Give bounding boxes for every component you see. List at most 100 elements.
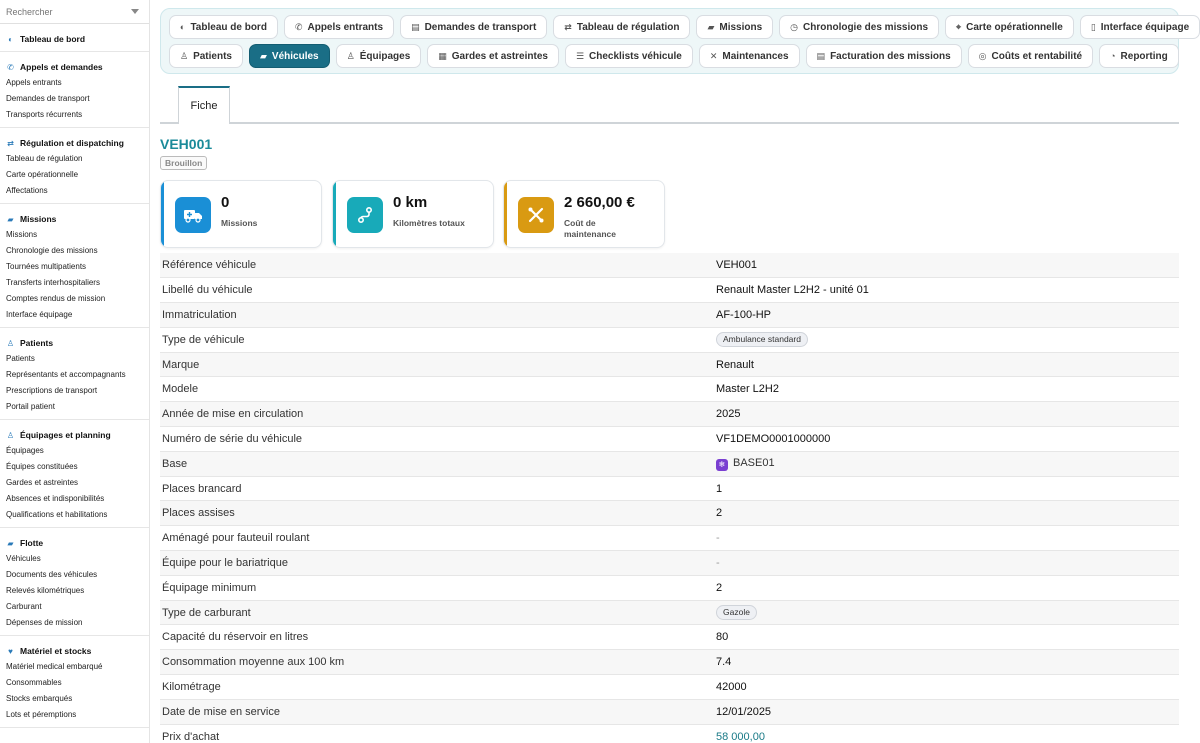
tab-missions[interactable]: ▰ Missions bbox=[696, 15, 774, 39]
table-row: Aménagé pour fauteuil roulant - bbox=[160, 526, 1179, 551]
search-input[interactable] bbox=[6, 6, 116, 17]
sidebar-item[interactable]: Transports récurrents bbox=[0, 107, 149, 123]
tab-interface-quipage[interactable]: ▯ Interface équipage bbox=[1079, 15, 1200, 39]
sidebar-item[interactable]: Dépenses de mission bbox=[0, 615, 149, 631]
sidebar-section-header[interactable]: ⇄ Régulation et dispatching bbox=[0, 134, 149, 151]
tab-label: Maintenances bbox=[722, 50, 789, 62]
sidebar-item[interactable]: Gardes et astreintes bbox=[0, 475, 149, 491]
tab--quipages[interactable]: ♙ Équipages bbox=[335, 44, 422, 68]
kpi-card-maintenance-cost[interactable]: 2 660,00 € Coût de maintenance bbox=[503, 180, 665, 248]
sidebar-section-header[interactable]: ♙ Patients bbox=[0, 334, 149, 351]
sidebar-item[interactable]: Équipages bbox=[0, 443, 149, 459]
sidebar-item[interactable]: Tournées multipatients bbox=[0, 259, 149, 275]
tab-appels-entrants[interactable]: ✆ Appels entrants bbox=[283, 15, 395, 39]
sidebar-item[interactable]: Relevés kilométriques bbox=[0, 583, 149, 599]
tab-label: Checklists véhicule bbox=[589, 50, 682, 62]
sidebar-item[interactable]: Patients bbox=[0, 351, 149, 367]
ambulance-icon: ▰ bbox=[7, 214, 14, 224]
tab-label: Patients bbox=[193, 50, 232, 62]
sidebar-item[interactable]: Transferts interhospitaliers bbox=[0, 275, 149, 291]
tab-fiche[interactable]: Fiche bbox=[178, 86, 230, 124]
sidebar-item[interactable]: Demandes de transport bbox=[0, 91, 149, 107]
table-row: Base ❄ BASE01 bbox=[160, 451, 1179, 477]
tab-facturation-des-missions[interactable]: ▤ Facturation des missions bbox=[805, 44, 962, 68]
property-label: Aménagé pour fauteuil roulant bbox=[162, 532, 310, 545]
tab-maintenances[interactable]: ✕ Maintenances bbox=[698, 44, 800, 68]
sidebar-section-header[interactable]: ◐ Tableau de bord bbox=[0, 30, 149, 47]
table-row: Libellé du véhicule Renault Master L2H2 -… bbox=[160, 278, 1179, 303]
ambulance-icon bbox=[175, 197, 211, 233]
tab-v-hicules[interactable]: ▰ Véhicules bbox=[248, 44, 330, 68]
kpi-card-missions[interactable]: 0 Missions bbox=[160, 180, 322, 248]
property-label: Prix d'achat bbox=[162, 730, 220, 743]
property-label: Places assises bbox=[162, 507, 235, 520]
tab-label: Appels entrants bbox=[307, 21, 384, 33]
sidebar-item[interactable]: Matériel medical embarqué bbox=[0, 659, 149, 675]
sidebar-item[interactable]: Carburant bbox=[0, 599, 149, 615]
sidebar-item[interactable]: Interface équipage bbox=[0, 307, 149, 323]
sidebar-item[interactable]: Comptes rendus de mission bbox=[0, 291, 149, 307]
sidebar-item[interactable]: Représentants et accompagnants bbox=[0, 367, 149, 383]
tab-tableau-de-r-gulation[interactable]: ⇄ Tableau de régulation bbox=[553, 15, 691, 39]
sidebar-item[interactable]: Équipes constituées bbox=[0, 459, 149, 475]
property-value: 2 bbox=[716, 575, 1179, 600]
tab-chronologie-des-missions[interactable]: ◷ Chronologie des missions bbox=[779, 15, 940, 39]
property-value: Gazole bbox=[716, 600, 1179, 625]
tab-carte-op-rationnelle[interactable]: ⌖ Carte opérationnelle bbox=[945, 15, 1074, 39]
top-nav-row-1: ◐ Tableau de bord ✆ Appels entrants ▤ Demande… bbox=[169, 15, 1200, 39]
property-value: 58 000,00 bbox=[716, 724, 1179, 743]
sidebar-item[interactable]: Prescriptions de transport bbox=[0, 383, 149, 399]
sidebar-item[interactable]: Absences et indisponibilités bbox=[0, 491, 149, 507]
kpi-label: Coût de maintenance bbox=[564, 218, 616, 239]
sidebar-item[interactable]: Qualifications et habilitations bbox=[0, 507, 149, 523]
tools-icon bbox=[518, 197, 554, 233]
sidebar-item[interactable]: Portail patient bbox=[0, 399, 149, 415]
sidebar-item[interactable]: Tableau de régulation bbox=[0, 151, 149, 167]
base-link[interactable]: BASE01 bbox=[733, 457, 775, 469]
tab-gardes-et-astreintes[interactable]: ▦ Gardes et astreintes bbox=[427, 44, 559, 68]
tab-label: Facturation des missions bbox=[830, 50, 951, 62]
property-value: 2 bbox=[716, 501, 1179, 526]
sidebar-item[interactable]: Véhicules bbox=[0, 551, 149, 567]
user-icon: ♙ bbox=[6, 338, 15, 348]
chevron-down-icon[interactable] bbox=[131, 9, 139, 14]
sidebar-section-header[interactable]: ♙ Équipages et planning bbox=[0, 426, 149, 443]
calendar-icon: ▦ bbox=[438, 50, 447, 61]
sidebar-section-header[interactable]: ▰ Flotte bbox=[0, 534, 149, 551]
kpi-card-kilometres[interactable]: 0 km Kilomètres totaux bbox=[332, 180, 494, 248]
sidebar: ◐ Tableau de bord ✆ Appels et demandes Appel… bbox=[0, 0, 150, 743]
empty-value: - bbox=[716, 532, 720, 545]
shuffle-icon: ⇄ bbox=[564, 21, 572, 32]
sidebar-item[interactable]: Missions bbox=[0, 227, 149, 243]
tab-label: Reporting bbox=[1120, 50, 1168, 62]
sidebar-item[interactable]: Chronologie des missions bbox=[0, 243, 149, 259]
property-value: 42000 bbox=[716, 675, 1179, 700]
sidebar-section-header[interactable]: ✆ Appels et demandes bbox=[0, 58, 149, 75]
sidebar-item[interactable]: Affectations bbox=[0, 183, 149, 199]
tab-label: Véhicules bbox=[271, 50, 319, 62]
table-row: Équipage minimum 2 bbox=[160, 575, 1179, 601]
property-value: 80 bbox=[716, 625, 1179, 650]
sidebar-item[interactable]: Carte opérationnelle bbox=[0, 167, 149, 183]
kpi-accent-bar bbox=[333, 181, 336, 247]
tab-tableau-de-bord[interactable]: ◐ Tableau de bord bbox=[169, 15, 278, 39]
sidebar-search[interactable] bbox=[0, 0, 149, 24]
tab-label: Missions bbox=[719, 21, 763, 33]
kpi-value: 2 660,00 € bbox=[564, 194, 635, 211]
property-value: AF-100-HP bbox=[716, 303, 1179, 328]
tab-patients[interactable]: ♙ Patients bbox=[169, 44, 243, 68]
tab-demandes-de-transport[interactable]: ▤ Demandes de transport bbox=[400, 15, 548, 39]
sidebar-item[interactable]: Lots et péremptions bbox=[0, 707, 149, 723]
property-value: - bbox=[716, 551, 1179, 576]
phone-icon: ✆ bbox=[294, 21, 303, 32]
sidebar-item[interactable]: Documents des véhicules bbox=[0, 567, 149, 583]
sidebar-section-header[interactable]: ▰ Missions bbox=[0, 210, 149, 227]
sidebar-item[interactable]: Stocks embarqués bbox=[0, 691, 149, 707]
tab-checklists-v-hicule[interactable]: ☰ Checklists véhicule bbox=[564, 44, 693, 68]
sidebar-item[interactable]: Appels entrants bbox=[0, 75, 149, 91]
tab-reporting[interactable]: ◔ Reporting bbox=[1099, 44, 1179, 68]
tab-co-ts-et-rentabilit-[interactable]: ◎ Coûts et rentabilité bbox=[967, 44, 1094, 68]
property-value: Renault Master L2H2 - unité 01 bbox=[716, 278, 1179, 303]
sidebar-section-header[interactable]: ♥ Matériel et stocks bbox=[0, 642, 149, 659]
sidebar-item[interactable]: Consommables bbox=[0, 675, 149, 691]
